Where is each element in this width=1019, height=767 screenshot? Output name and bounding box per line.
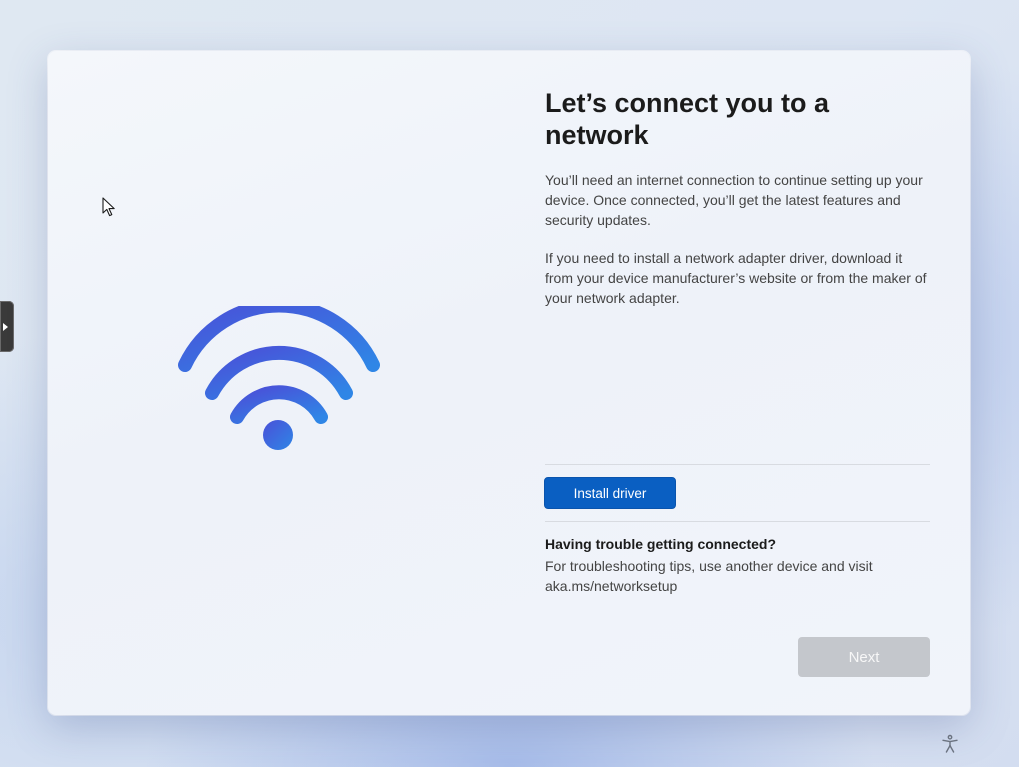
next-button[interactable]: Next bbox=[798, 637, 930, 677]
wifi-icon bbox=[178, 306, 380, 450]
side-panel-handle[interactable] bbox=[0, 301, 14, 352]
content-panel: Let’s connect you to a network You’ll ne… bbox=[544, 51, 930, 715]
accessibility-icon[interactable] bbox=[940, 734, 960, 754]
setup-dialog: Let’s connect you to a network You’ll ne… bbox=[48, 51, 970, 715]
divider bbox=[545, 464, 930, 465]
trouble-text: For troubleshooting tips, use another de… bbox=[545, 558, 873, 594]
description-paragraph: You’ll need an internet connection to co… bbox=[545, 172, 923, 228]
trouble-heading: Having trouble getting connected? bbox=[545, 536, 777, 552]
divider bbox=[545, 521, 930, 522]
install-driver-button[interactable]: Install driver bbox=[544, 477, 676, 509]
page-title: Let’s connect you to a network bbox=[545, 88, 830, 150]
mouse-cursor-icon bbox=[102, 197, 115, 217]
driver-info-paragraph: If you need to install a network adapter… bbox=[545, 250, 927, 306]
chevron-right-icon bbox=[3, 322, 8, 331]
